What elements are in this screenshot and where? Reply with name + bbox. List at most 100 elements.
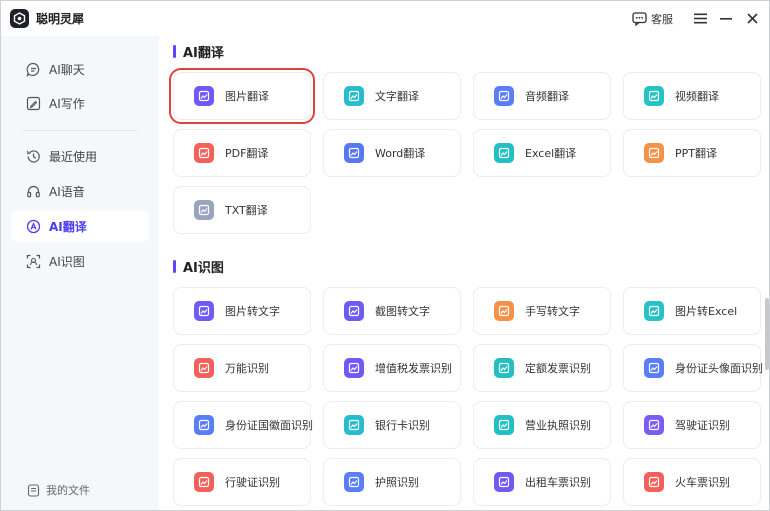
card-id-front[interactable]: 身份证头像面识别: [623, 344, 763, 392]
customer-service-button[interactable]: 客服: [632, 11, 673, 27]
ppt-icon: [644, 143, 664, 163]
card-label: 音频翻译: [525, 90, 569, 103]
word-icon: [344, 143, 364, 163]
card-invoice[interactable]: 增值税发票识别: [323, 344, 461, 392]
card-bank-card[interactable]: 银行卡识别: [323, 401, 461, 449]
sidebar-item-ai-voice[interactable]: AI语音: [11, 175, 149, 207]
card-id-back[interactable]: 身份证国徽面识别: [173, 401, 313, 449]
title-actions: 客服: [632, 1, 769, 36]
file-icon: [27, 483, 40, 497]
universal-icon: [194, 358, 214, 378]
sidebar-item-label: AI识图: [49, 254, 85, 269]
app-window: 聪明灵犀 客服 AI聊天 AI写作 最近使用 AI语音 AI翻译 AI识图 我的…: [0, 0, 770, 511]
menu-button[interactable]: [687, 1, 713, 36]
sidebar-item-label: AI写作: [49, 96, 85, 111]
card-label: PDF翻译: [225, 147, 269, 160]
image-icon: [194, 86, 214, 106]
invoice-icon: [344, 358, 364, 378]
train-icon: [644, 472, 664, 492]
card-label: 手写转文字: [525, 305, 580, 318]
close-button[interactable]: [739, 1, 765, 36]
card-excel[interactable]: Excel翻译: [473, 129, 611, 177]
card-quota-invoice[interactable]: 定额发票识别: [473, 344, 611, 392]
card-label: 驾驶证识别: [675, 419, 730, 432]
customer-service-label: 客服: [651, 12, 673, 26]
card-pdf[interactable]: PDF翻译: [173, 129, 311, 177]
card-label: 营业执照识别: [525, 419, 591, 432]
sidebar-item-label: AI聊天: [49, 62, 85, 77]
license-icon: [494, 415, 514, 435]
card-txt[interactable]: TXT翻译: [173, 186, 311, 234]
card-text[interactable]: 文字翻译: [323, 72, 461, 120]
card-label: 行驶证识别: [225, 476, 280, 489]
screenshot-icon: [344, 301, 364, 321]
section-title-translate: AI翻译: [173, 42, 224, 61]
card-label: 增值税发票识别: [375, 362, 452, 375]
sidebar-item-recent[interactable]: 最近使用: [11, 140, 149, 172]
sidebar-item-ai-write[interactable]: AI写作: [11, 87, 149, 119]
pdf-icon: [194, 143, 214, 163]
card-label: 银行卡识别: [375, 419, 430, 432]
bank-card-icon: [344, 415, 364, 435]
card-label: 图片转文字: [225, 305, 280, 318]
card-audio[interactable]: 音频翻译: [473, 72, 611, 120]
section-title-recognize: AI识图: [173, 257, 224, 276]
image-text-icon: [194, 301, 214, 321]
sidebar: AI聊天 AI写作 最近使用 AI语音 AI翻译 AI识图 我的文件: [1, 36, 159, 510]
card-vehicle-license[interactable]: 行驶证识别: [173, 458, 311, 506]
vehicle-license-icon: [194, 472, 214, 492]
audio-icon: [494, 86, 514, 106]
taxi-icon: [494, 472, 514, 492]
sidebar-item-label: AI翻译: [49, 219, 87, 234]
id-back-icon: [194, 415, 214, 435]
translate-icon: [25, 218, 42, 235]
card-license[interactable]: 营业执照识别: [473, 401, 611, 449]
card-train[interactable]: 火车票识别: [623, 458, 761, 506]
card-label: 图片转Excel: [675, 305, 738, 318]
sidebar-item-ai-translate[interactable]: AI翻译: [11, 210, 149, 242]
card-image-excel[interactable]: 图片转Excel: [623, 287, 761, 335]
card-taxi[interactable]: 出租车票识别: [473, 458, 611, 506]
card-image[interactable]: 图片翻译: [169, 68, 315, 124]
card-passport[interactable]: 护照识别: [323, 458, 461, 506]
scrollbar-thumb[interactable]: [765, 298, 769, 370]
card-video[interactable]: 视频翻译: [623, 72, 761, 120]
sidebar-item-ai-chat[interactable]: AI聊天: [11, 53, 149, 85]
card-label: TXT翻译: [225, 204, 268, 217]
image-excel-icon: [644, 301, 664, 321]
card-label: 身份证国徽面识别: [225, 419, 313, 432]
card-label: 图片翻译: [225, 90, 269, 103]
menu-icon: [693, 13, 707, 24]
card-universal[interactable]: 万能识别: [173, 344, 311, 392]
card-label: PPT翻译: [675, 147, 717, 160]
excel-icon: [494, 143, 514, 163]
message-icon: [632, 11, 647, 26]
card-label: 定额发票识别: [525, 362, 591, 375]
card-word[interactable]: Word翻译: [323, 129, 461, 177]
sidebar-item-label: 最近使用: [49, 149, 98, 164]
text-icon: [344, 86, 364, 106]
card-screenshot[interactable]: 截图转文字: [323, 287, 461, 335]
minimize-button[interactable]: [713, 1, 739, 36]
card-driver-license[interactable]: 驾驶证识别: [623, 401, 761, 449]
card-handwrite[interactable]: 手写转文字: [473, 287, 611, 335]
card-label: 万能识别: [225, 362, 269, 375]
headset-icon: [25, 183, 42, 200]
card-label: 身份证头像面识别: [675, 362, 763, 375]
card-ppt[interactable]: PPT翻译: [623, 129, 761, 177]
handwrite-icon: [494, 301, 514, 321]
sidebar-item-ai-recognize[interactable]: AI识图: [11, 245, 149, 277]
my-files-label: 我的文件: [46, 484, 90, 497]
history-icon: [25, 148, 42, 165]
id-front-icon: [644, 358, 664, 378]
card-image-text[interactable]: 图片转文字: [173, 287, 311, 335]
title-bar: 聪明灵犀 客服: [1, 1, 769, 36]
app-logo-icon: [10, 9, 29, 28]
close-icon: [746, 13, 758, 24]
card-label: 护照识别: [375, 476, 419, 489]
write-icon: [25, 95, 42, 112]
minimize-icon: [720, 17, 732, 20]
card-label: 视频翻译: [675, 90, 719, 103]
card-label: Excel翻译: [525, 147, 577, 160]
my-files-button[interactable]: 我的文件: [27, 482, 90, 498]
